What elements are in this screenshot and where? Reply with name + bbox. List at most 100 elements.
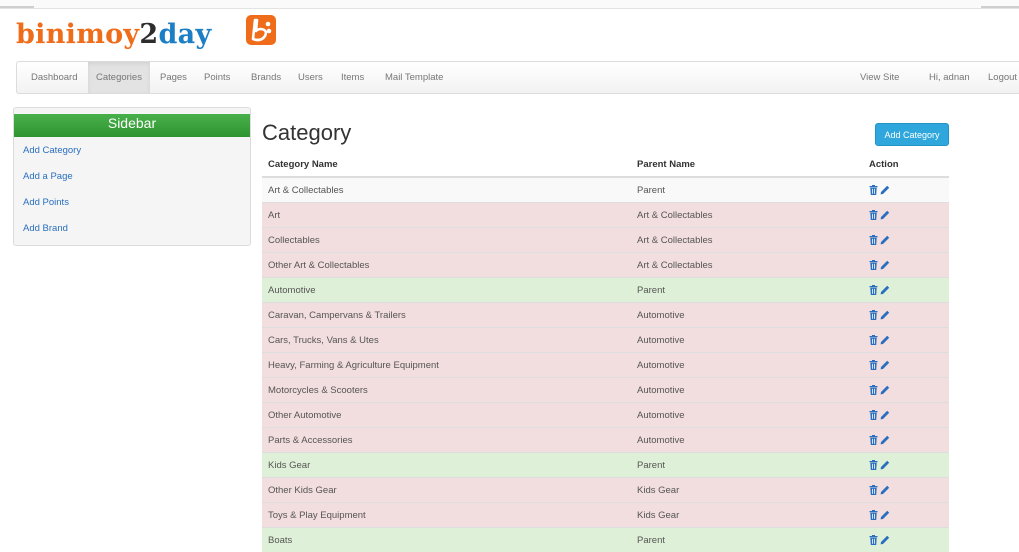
category-name-cell: Kids Gear: [262, 453, 631, 478]
category-table: Category Name Parent Name Action Art & C…: [262, 153, 949, 552]
category-name-cell: Other Automotive: [262, 403, 631, 428]
trash-icon[interactable]: [869, 535, 878, 545]
column-header-category-name: Category Name: [262, 153, 631, 177]
category-name-cell: Art: [262, 203, 631, 228]
action-cell: [863, 278, 949, 303]
pencil-icon[interactable]: [880, 435, 890, 445]
action-cell: [863, 253, 949, 278]
category-name-cell: Caravan, Campervans & Trailers: [262, 303, 631, 328]
pencil-icon[interactable]: [880, 260, 890, 270]
pencil-icon[interactable]: [880, 235, 890, 245]
pencil-icon[interactable]: [880, 310, 890, 320]
table-row: Heavy, Farming & Agriculture EquipmentAu…: [262, 353, 949, 378]
trash-icon[interactable]: [869, 360, 878, 370]
logo-part-2: 2: [139, 19, 158, 50]
nav-categories[interactable]: Categories: [88, 62, 150, 93]
trash-icon[interactable]: [869, 310, 878, 320]
action-cell: [863, 353, 949, 378]
pencil-icon[interactable]: [880, 460, 890, 470]
trash-icon[interactable]: [869, 510, 878, 520]
pencil-icon[interactable]: [880, 185, 890, 195]
parent-name-cell: Kids Gear: [631, 503, 863, 528]
table-row: Parts & AccessoriesAutomotive: [262, 428, 949, 453]
sidebar-link-add-brand[interactable]: Add Brand: [23, 223, 68, 234]
pencil-icon[interactable]: [880, 510, 890, 520]
parent-name-cell: Automotive: [631, 303, 863, 328]
action-cell: [863, 203, 949, 228]
parent-name-cell: Kids Gear: [631, 478, 863, 503]
category-name-cell: Motorcycles & Scooters: [262, 378, 631, 403]
nav-items[interactable]: Items: [341, 62, 364, 93]
table-row: CollectablesArt & Collectables: [262, 228, 949, 253]
category-name-cell: Other Art & Collectables: [262, 253, 631, 278]
trash-icon[interactable]: [869, 185, 878, 195]
table-row: Kids GearParent: [262, 453, 949, 478]
pencil-icon[interactable]: [880, 385, 890, 395]
pencil-icon[interactable]: [880, 485, 890, 495]
nav-users[interactable]: Users: [298, 62, 323, 93]
column-header-action: Action: [863, 153, 949, 177]
table-row: ArtArt & Collectables: [262, 203, 949, 228]
table-row: Toys & Play EquipmentKids Gear: [262, 503, 949, 528]
action-cell: [863, 478, 949, 503]
nav-brands[interactable]: Brands: [251, 62, 281, 93]
trash-icon[interactable]: [869, 335, 878, 345]
action-cell: [863, 177, 949, 203]
trash-icon[interactable]: [869, 385, 878, 395]
top-right-tab: [981, 0, 1019, 8]
action-cell: [863, 503, 949, 528]
pencil-icon[interactable]: [880, 360, 890, 370]
trash-icon[interactable]: [869, 235, 878, 245]
table-row: Other Kids GearKids Gear: [262, 478, 949, 503]
action-cell: [863, 328, 949, 353]
nav-view-site[interactable]: View Site: [860, 62, 899, 93]
category-name-cell: Heavy, Farming & Agriculture Equipment: [262, 353, 631, 378]
action-cell: [863, 378, 949, 403]
trash-icon[interactable]: [869, 435, 878, 445]
action-cell: [863, 403, 949, 428]
action-cell: [863, 303, 949, 328]
parent-name-cell: Art & Collectables: [631, 228, 863, 253]
category-name-cell: Boats: [262, 528, 631, 552]
trash-icon[interactable]: [869, 210, 878, 220]
nav-logout[interactable]: Logout: [988, 62, 1017, 93]
action-cell: [863, 228, 949, 253]
trash-icon[interactable]: [869, 285, 878, 295]
pencil-icon[interactable]: [880, 210, 890, 220]
main-navbar: Dashboard Categories Pages Points Brands…: [16, 61, 1019, 94]
sidebar-link-add-category[interactable]: Add Category: [23, 145, 81, 156]
sidebar-link-add-points[interactable]: Add Points: [23, 197, 69, 208]
pencil-icon[interactable]: [880, 410, 890, 420]
parent-name-cell: Automotive: [631, 353, 863, 378]
category-name-cell: Cars, Trucks, Vans & Utes: [262, 328, 631, 353]
sidebar-link-add-page[interactable]: Add a Page: [23, 171, 73, 182]
site-logo[interactable]: binimoy2day: [16, 18, 211, 50]
nav-points[interactable]: Points: [204, 62, 230, 93]
table-row: Caravan, Campervans & TrailersAutomotive: [262, 303, 949, 328]
pencil-icon[interactable]: [880, 335, 890, 345]
pencil-icon[interactable]: [880, 535, 890, 545]
logo-part-1: binimoy: [16, 19, 139, 50]
nav-pages[interactable]: Pages: [160, 62, 187, 93]
parent-name-cell: Parent: [631, 278, 863, 303]
nav-user-greeting[interactable]: Hi, adnan: [929, 62, 970, 93]
pencil-icon[interactable]: [880, 285, 890, 295]
nav-mail-template[interactable]: Mail Template: [385, 62, 443, 93]
parent-name-cell: Automotive: [631, 328, 863, 353]
nav-dashboard[interactable]: Dashboard: [31, 62, 77, 93]
trash-icon[interactable]: [869, 460, 878, 470]
logo-part-3: day: [158, 19, 211, 50]
add-category-button[interactable]: Add Category: [875, 123, 949, 146]
table-header-row: Category Name Parent Name Action: [262, 153, 949, 177]
table-row: Other Art & CollectablesArt & Collectabl…: [262, 253, 949, 278]
trash-icon[interactable]: [869, 260, 878, 270]
logo-wordmark: binimoy2day: [16, 19, 211, 50]
parent-name-cell: Automotive: [631, 428, 863, 453]
table-row: AutomotiveParent: [262, 278, 949, 303]
table-row: BoatsParent: [262, 528, 949, 552]
logo-mark-icon: [246, 15, 276, 45]
parent-name-cell: Parent: [631, 453, 863, 478]
trash-icon[interactable]: [869, 485, 878, 495]
trash-icon[interactable]: [869, 410, 878, 420]
action-cell: [863, 528, 949, 552]
